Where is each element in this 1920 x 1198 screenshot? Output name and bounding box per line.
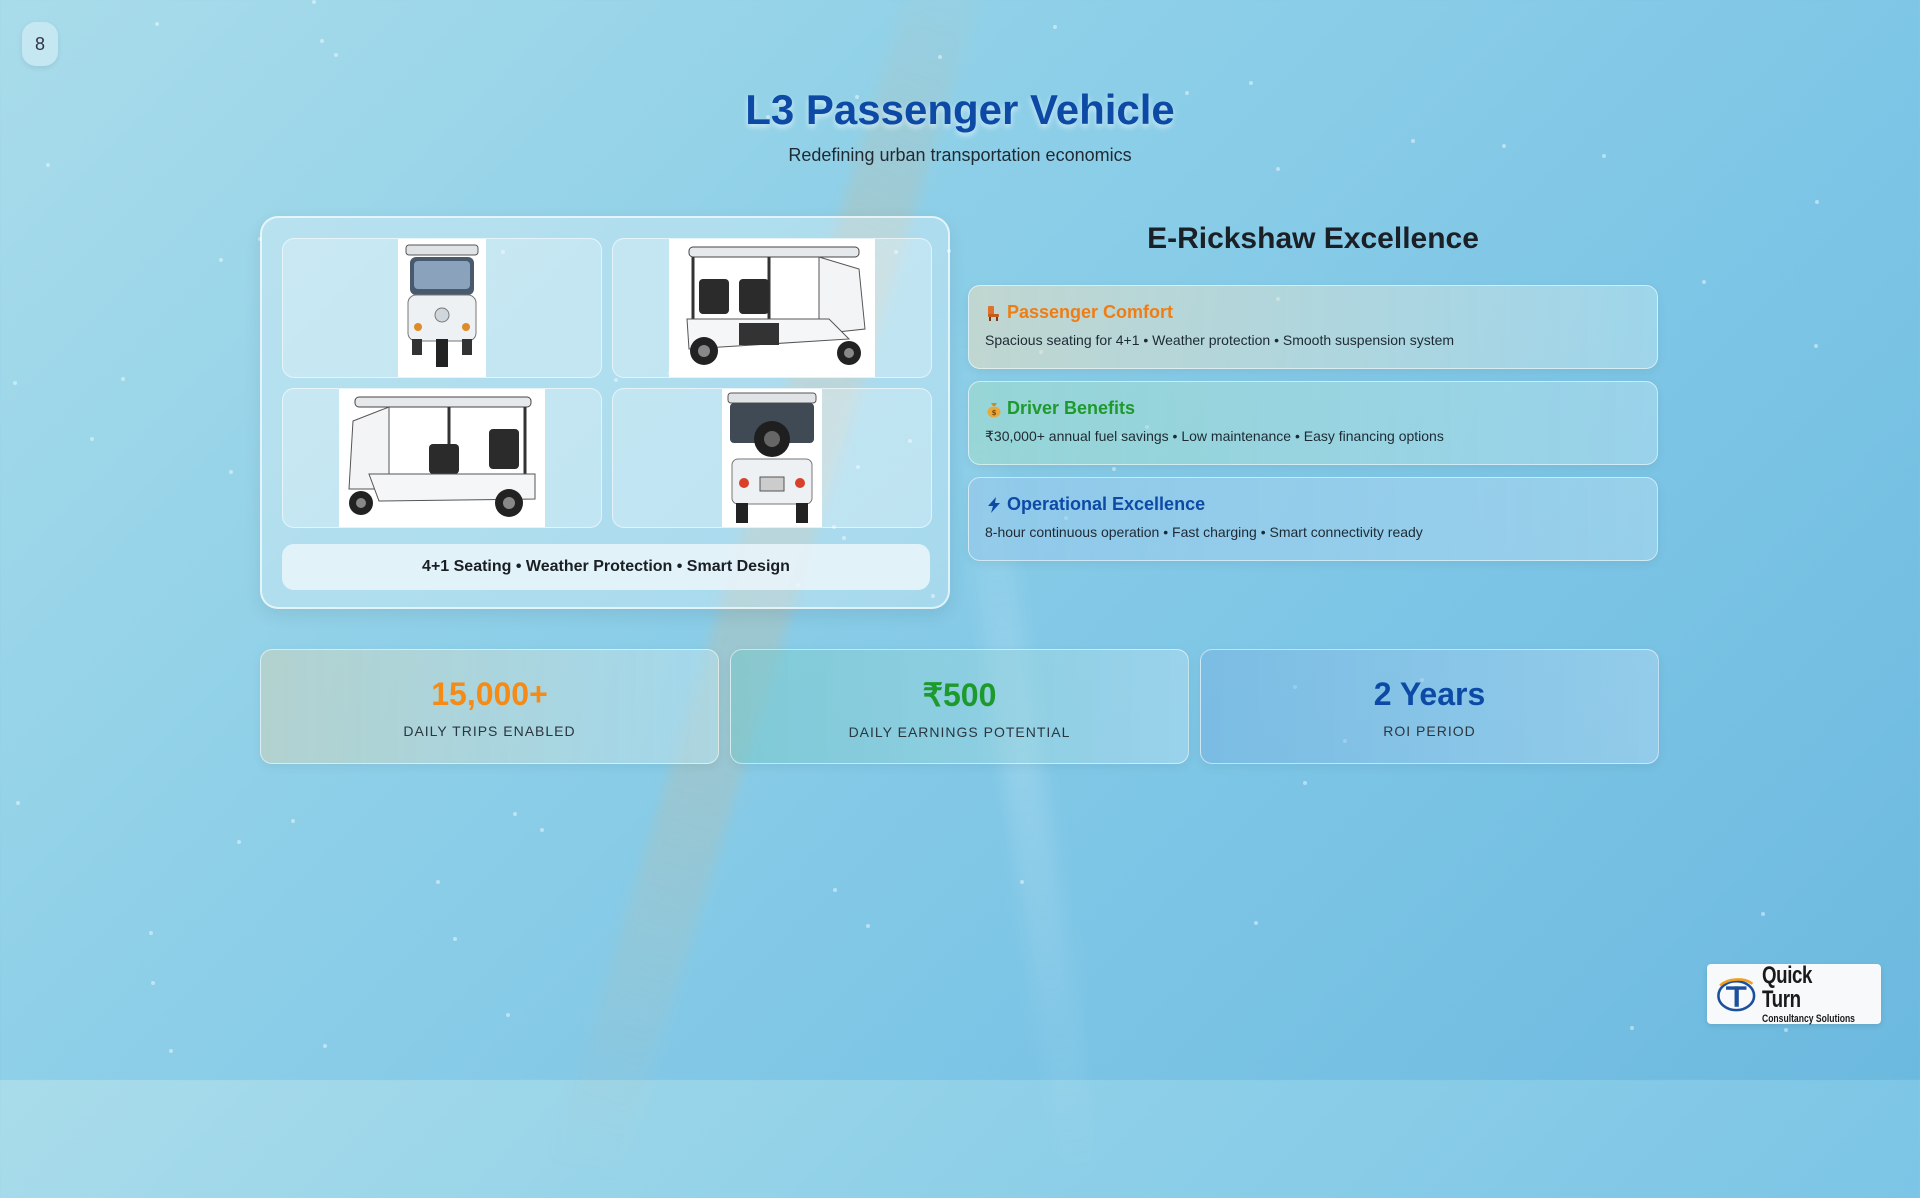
- background-particle: [219, 258, 223, 262]
- background-particle: [151, 981, 155, 985]
- logo-tagline: Consultancy Solutions: [1761, 1012, 1855, 1025]
- background-particle: [334, 53, 338, 57]
- quick-turn-logo-icon: [1717, 978, 1756, 1012]
- background-particle: [1630, 1026, 1634, 1030]
- vehicle-photo-rear: [612, 388, 932, 528]
- stat-card-roi-period: 2 Years ROI PERIOD: [1200, 649, 1659, 764]
- background-particle: [1020, 880, 1024, 884]
- lightning-icon: [988, 496, 1000, 513]
- background-particle: [866, 924, 870, 928]
- background-particle: [1276, 167, 1280, 171]
- stat-value: 2 Years: [1373, 676, 1486, 712]
- background-particle: [436, 880, 440, 884]
- stat-card-daily-trips: 15,000+ DAILY TRIPS ENABLED: [260, 649, 719, 764]
- money-bag-icon: $: [987, 402, 1001, 417]
- rickshaw-rear-image: [722, 389, 822, 527]
- vehicle-photo-side-right: [612, 238, 932, 378]
- feature-title-text: Operational Excellence: [1007, 494, 1206, 514]
- feature-title: Passenger Comfort: [985, 302, 1641, 323]
- feature-title-text: Passenger Comfort: [1007, 302, 1174, 322]
- background-particle: [1249, 81, 1253, 85]
- stat-label: DAILY TRIPS ENABLED: [403, 723, 576, 739]
- stat-label: ROI PERIOD: [1383, 723, 1476, 739]
- rickshaw-side-image: [339, 389, 545, 527]
- background-particle: [833, 888, 837, 892]
- background-particle: [938, 55, 942, 59]
- background-particle: [540, 828, 544, 832]
- feature-description: Spacious seating for 4+1 • Weather prote…: [985, 332, 1455, 348]
- company-logo: Quick Turn Consultancy Solutions: [1707, 961, 1881, 1025]
- background-particle: [1303, 781, 1307, 785]
- background-particle: [323, 1044, 327, 1048]
- background-particle: [1254, 921, 1258, 925]
- features-title: E-Rickshaw Excellence: [1147, 222, 1479, 255]
- background-particle: [1815, 200, 1819, 204]
- stat-card-daily-earnings: ₹500 DAILY EARNINGS POTENTIAL: [730, 649, 1189, 764]
- vehicle-photo-side-left: [282, 388, 602, 528]
- stat-value: 15,000+: [431, 676, 548, 712]
- feature-card-operational-excellence: Operational Excellence 8-hour continuous…: [968, 477, 1658, 561]
- rickshaw-side-image: [669, 239, 875, 377]
- vehicle-photo-front: [282, 238, 602, 378]
- feature-title-text: Driver Benefits: [1007, 398, 1136, 418]
- vehicle-gallery: 4+1 Seating • Weather Protection • Smart…: [260, 216, 950, 609]
- background-particle: [229, 470, 233, 474]
- stat-label: DAILY EARNINGS POTENTIAL: [848, 724, 1071, 740]
- feature-title: $ Driver Benefits: [985, 398, 1641, 419]
- background-particle: [506, 1013, 510, 1017]
- rickshaw-front-image: [398, 239, 486, 377]
- feature-card-driver-benefits: $ Driver Benefits ₹30,000+ annual fuel s…: [968, 381, 1658, 465]
- page-title: L3 Passenger Vehicle: [745, 86, 1175, 133]
- logo-text: Quick Turn Consultancy Solutions: [1761, 961, 1881, 1025]
- background-particle: [149, 931, 153, 935]
- feature-description: 8-hour continuous operation • Fast charg…: [985, 524, 1423, 540]
- background-particle: [169, 1049, 173, 1053]
- background-particle: [320, 39, 324, 43]
- background-particle: [1784, 1028, 1788, 1032]
- logo-name: Quick Turn: [1761, 961, 1812, 1013]
- background-particle: [90, 437, 94, 441]
- svg-text:$: $: [992, 409, 997, 417]
- page-subtitle: Redefining urban transportation economic…: [788, 145, 1132, 165]
- background-particle: [1702, 280, 1706, 284]
- background-particle: [453, 937, 457, 941]
- seat-icon: [988, 305, 999, 321]
- feature-title: Operational Excellence: [985, 494, 1641, 515]
- background-particle: [13, 381, 17, 385]
- background-particle: [1814, 344, 1818, 348]
- background-particle: [237, 840, 241, 844]
- background-particle: [291, 819, 295, 823]
- stat-value: ₹500: [922, 677, 997, 713]
- background-particle: [16, 801, 20, 805]
- background-particle: [1761, 912, 1765, 916]
- feature-description: ₹30,000+ annual fuel savings • Low maint…: [985, 428, 1444, 444]
- gallery-caption: 4+1 Seating • Weather Protection • Smart…: [282, 544, 930, 590]
- background-particle: [155, 22, 159, 26]
- background-particle: [1411, 139, 1415, 143]
- background-particle: [1112, 467, 1116, 471]
- page-number: 8: [22, 22, 58, 66]
- background-particle: [513, 812, 517, 816]
- feature-card-passenger-comfort: Passenger Comfort Spacious seating for 4…: [968, 285, 1658, 369]
- background-particle: [121, 377, 125, 381]
- background-particle: [1053, 25, 1057, 29]
- background-particle: [312, 0, 316, 4]
